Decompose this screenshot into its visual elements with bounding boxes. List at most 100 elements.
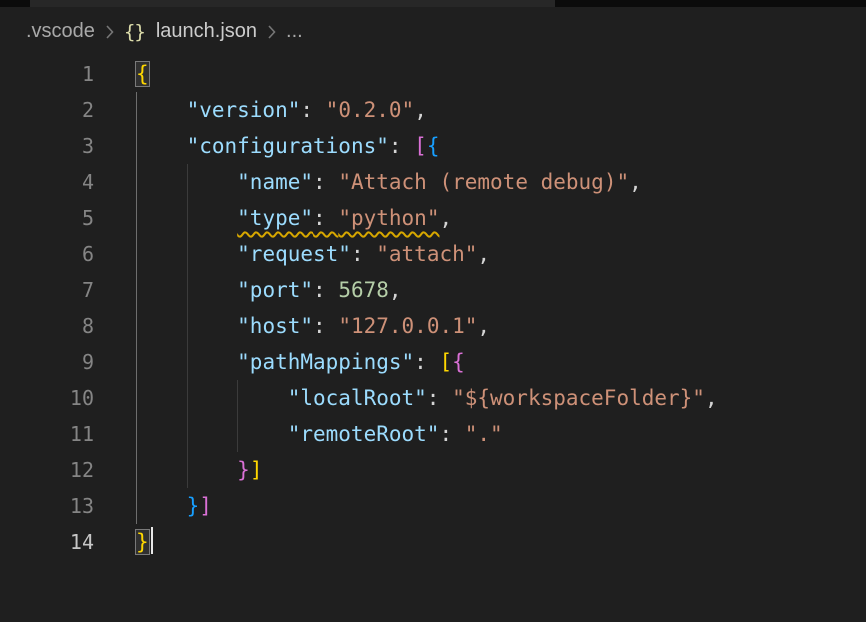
code-token: "127.0.0.1"	[338, 314, 477, 338]
breadcrumb-item-file[interactable]: launch.json	[156, 20, 257, 43]
code-token: ]	[250, 458, 263, 482]
breadcrumb-symbol-ellipsis[interactable]: ...	[286, 20, 303, 43]
active-indent-guide	[136, 236, 137, 272]
active-indent-guide	[136, 416, 137, 452]
active-indent-guide	[136, 128, 137, 164]
line-number[interactable]: 2	[0, 92, 100, 128]
indent-guide	[237, 380, 238, 416]
code-lines: 1{2 "version": "0.2.0",3 "configurations…	[0, 56, 866, 560]
code-token: :	[300, 98, 325, 122]
code-line[interactable]: 12 }]	[0, 452, 866, 488]
code-token	[136, 134, 187, 158]
code-token: ,	[477, 242, 490, 266]
code-token: :	[313, 170, 338, 194]
chevron-right-icon	[104, 23, 115, 41]
code-line-content[interactable]: "host": "127.0.0.1",	[100, 308, 866, 344]
code-line[interactable]: 9 "pathMappings": [{	[0, 344, 866, 380]
active-indent-guide	[136, 488, 137, 524]
code-line[interactable]: 2 "version": "0.2.0",	[0, 92, 866, 128]
line-number[interactable]: 8	[0, 308, 100, 344]
code-token: "host"	[237, 314, 313, 338]
code-token	[136, 422, 288, 446]
code-line-content[interactable]: "configurations": [{	[100, 128, 866, 164]
code-line-content[interactable]: "port": 5678,	[100, 272, 866, 308]
code-token: :	[313, 278, 338, 302]
code-line[interactable]: 1{	[0, 56, 866, 92]
code-token: :	[389, 134, 414, 158]
active-indent-guide	[136, 344, 137, 380]
chevron-right-icon	[266, 23, 277, 41]
editor-window: .vscode {} launch.json ... 1{2 "version"…	[0, 0, 866, 622]
breadcrumb-item-folder[interactable]: .vscode	[26, 20, 95, 43]
code-token: [	[439, 350, 452, 374]
breadcrumb: .vscode {} launch.json ...	[0, 7, 866, 56]
code-token: 5678	[338, 278, 389, 302]
code-line-content[interactable]: {	[100, 56, 866, 92]
code-line-content[interactable]: }	[100, 524, 866, 560]
code-line[interactable]: 14}	[0, 524, 866, 560]
code-token: ,	[439, 206, 452, 230]
code-line-content[interactable]: }]	[100, 452, 866, 488]
code-token: ]	[199, 494, 212, 518]
line-number[interactable]: 11	[0, 416, 100, 452]
code-line-content[interactable]: "version": "0.2.0",	[100, 92, 866, 128]
indent-guide	[187, 416, 188, 452]
line-number[interactable]: 14	[0, 524, 100, 560]
code-token	[136, 386, 288, 410]
line-number[interactable]: 4	[0, 164, 100, 200]
code-line[interactable]: 11 "remoteRoot": "."	[0, 416, 866, 452]
code-token: {	[427, 134, 440, 158]
text-cursor	[151, 527, 153, 554]
active-indent-guide	[136, 272, 137, 308]
code-token: :	[313, 314, 338, 338]
code-line[interactable]: 13 }]	[0, 488, 866, 524]
code-token: :	[351, 242, 376, 266]
code-line[interactable]: 4 "name": "Attach (remote debug)",	[0, 164, 866, 200]
active-indent-guide	[136, 92, 137, 128]
code-line[interactable]: 10 "localRoot": "${workspaceFolder}",	[0, 380, 866, 416]
indent-guide	[187, 164, 188, 200]
line-number[interactable]: 9	[0, 344, 100, 380]
code-token: "localRoot"	[288, 386, 427, 410]
code-line-content[interactable]: "remoteRoot": "."	[100, 416, 866, 452]
line-number[interactable]: 13	[0, 488, 100, 524]
indent-guide	[187, 380, 188, 416]
code-line-content[interactable]: }]	[100, 488, 866, 524]
line-number[interactable]: 6	[0, 236, 100, 272]
code-line[interactable]: 3 "configurations": [{	[0, 128, 866, 164]
code-line-content[interactable]: "localRoot": "${workspaceFolder}",	[100, 380, 866, 416]
line-number[interactable]: 7	[0, 272, 100, 308]
line-number[interactable]: 3	[0, 128, 100, 164]
line-number[interactable]: 10	[0, 380, 100, 416]
indent-guide	[187, 272, 188, 308]
code-token: ,	[705, 386, 718, 410]
code-token: [	[414, 134, 427, 158]
active-indent-guide	[136, 452, 137, 488]
code-token: "port"	[237, 278, 313, 302]
active-indent-guide	[136, 380, 137, 416]
line-number[interactable]: 1	[0, 56, 100, 92]
code-line-content[interactable]: "pathMappings": [{	[100, 344, 866, 380]
code-token: ,	[414, 98, 427, 122]
active-indent-guide	[136, 308, 137, 344]
code-token: "0.2.0"	[326, 98, 415, 122]
indent-guide	[237, 416, 238, 452]
code-token: :	[313, 206, 338, 230]
code-line-content[interactable]: "request": "attach",	[100, 236, 866, 272]
code-token: "name"	[237, 170, 313, 194]
code-token: "configurations"	[187, 134, 389, 158]
indent-guide	[187, 236, 188, 272]
code-line-content[interactable]: "type": "python",	[100, 200, 866, 236]
code-token: :	[439, 422, 464, 446]
code-line[interactable]: 6 "request": "attach",	[0, 236, 866, 272]
line-number[interactable]: 5	[0, 200, 100, 236]
line-number[interactable]: 12	[0, 452, 100, 488]
code-line-content[interactable]: "name": "Attach (remote debug)",	[100, 164, 866, 200]
code-line[interactable]: 8 "host": "127.0.0.1",	[0, 308, 866, 344]
code-token: }	[237, 458, 250, 482]
code-token: "${workspaceFolder}"	[452, 386, 705, 410]
code-line[interactable]: 5 "type": "python",	[0, 200, 866, 236]
code-token: "pathMappings"	[237, 350, 414, 374]
tab-bar-edge	[0, 0, 866, 7]
code-line[interactable]: 7 "port": 5678,	[0, 272, 866, 308]
